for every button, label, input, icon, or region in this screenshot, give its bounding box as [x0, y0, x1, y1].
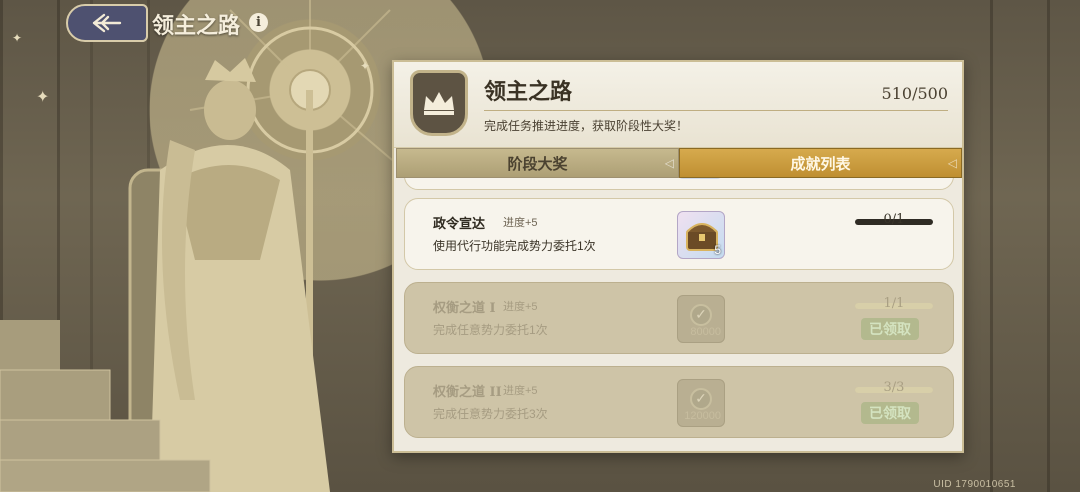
achievement-list[interactable]: 政令宣达 进度+5 使用代行功能完成势力委托1次 5 0/1 权衡之道 I 进度… — [404, 178, 954, 450]
task-progress-bar: 3/3 — [855, 380, 933, 395]
lord-illustration: ✦ ✦ ✦ — [0, 0, 392, 492]
task-name: 权衡之道 II — [433, 385, 502, 400]
claimed-badge: 已领取 — [861, 318, 919, 340]
svg-text:✦: ✦ — [36, 87, 49, 106]
task-description: 使用代行功能完成势力委托1次 — [433, 239, 596, 253]
task-progress-gain: 进度+5 — [503, 385, 538, 397]
chevron-left-icon: ◁ — [664, 156, 674, 170]
background-arch — [990, 0, 1050, 492]
tab-label: 阶段大奖 — [507, 154, 568, 173]
user-id: UID 1790010651 — [933, 479, 1016, 490]
check-coin-icon: ✓ — [690, 388, 712, 410]
lord-road-panel: 领主之路 510/500 完成任务推进进度，获取阶段性大奖！ 阶段大奖 ◁ 成就… — [392, 60, 964, 453]
panel-subtitle: 完成任务推进进度，获取阶段性大奖！ — [484, 119, 689, 133]
tab-stage-rewards[interactable]: 阶段大奖 ◁ — [396, 148, 679, 178]
road-score: 510/500 — [881, 84, 948, 103]
task-progress-gain: 进度+5 — [503, 217, 538, 229]
task-counter: 0/1 — [883, 212, 905, 227]
panel-header: 领主之路 510/500 完成任务推进进度，获取阶段性大奖！ — [394, 62, 962, 148]
task-description: 完成任意势力委托1次 — [433, 323, 548, 337]
list-item: 权衡之道 II 进度+5 完成任意势力委托3次 ✓ 120000 3/3 已领取 — [404, 366, 954, 438]
claimed-badge: 已领取 — [861, 402, 919, 424]
reward-item[interactable]: ✓ 80000 — [677, 295, 725, 343]
tab-achievement-list[interactable]: 成就列表 ◁ — [679, 148, 962, 178]
list-item: 权衡之道 I 进度+5 完成任意势力委托1次 ✓ 80000 1/1 已领取 — [404, 282, 954, 354]
reward-quantity: 80000 — [690, 326, 721, 338]
reward-item — [677, 178, 723, 179]
check-coin-icon: ✓ — [690, 304, 712, 326]
chevron-left-icon: ◁ — [947, 156, 957, 170]
panel-title: 领主之路 — [484, 79, 573, 105]
task-progress-bar: 1/1 — [855, 296, 933, 311]
svg-text:✦: ✦ — [360, 59, 370, 73]
info-icon[interactable]: i — [249, 13, 268, 32]
tab-label: 成就列表 — [790, 154, 851, 173]
list-item-partial — [404, 178, 954, 190]
svg-text:✦: ✦ — [12, 31, 22, 45]
page-title: 领主之路 — [152, 13, 241, 39]
task-progress-bar: 0/1 — [855, 212, 933, 227]
task-counter: 3/3 — [883, 380, 905, 395]
reward-quantity: 5 — [714, 243, 721, 257]
header-divider — [484, 110, 948, 111]
back-button[interactable] — [66, 4, 148, 42]
task-counter: 1/1 — [883, 296, 905, 311]
task-description: 完成任意势力委托3次 — [433, 407, 548, 421]
back-arrow-icon — [92, 13, 122, 33]
task-name: 权衡之道 I — [433, 301, 496, 316]
tab-bar: 阶段大奖 ◁ 成就列表 ◁ — [396, 148, 962, 178]
reward-quantity: 120000 — [684, 410, 721, 422]
reward-item[interactable]: 5 — [677, 211, 725, 259]
crown-icon — [410, 70, 468, 136]
reward-item[interactable]: ✓ 120000 — [677, 379, 725, 427]
list-item: 政令宣达 进度+5 使用代行功能完成势力委托1次 5 0/1 — [404, 198, 954, 270]
task-name: 政令宣达 — [433, 217, 486, 232]
task-progress-gain: 进度+5 — [503, 301, 538, 313]
